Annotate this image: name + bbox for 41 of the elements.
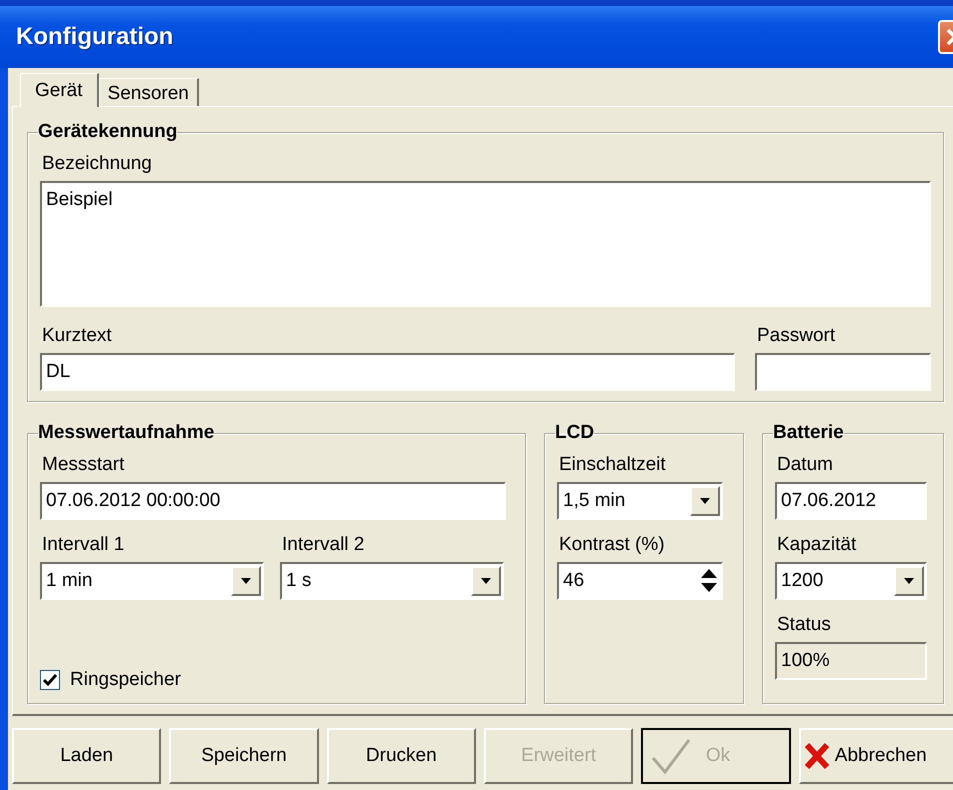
checkbox[interactable] bbox=[40, 670, 60, 690]
dropdown-button[interactable] bbox=[690, 486, 720, 516]
tab[interactable]: Sensoren bbox=[98, 78, 199, 106]
password-field[interactable] bbox=[755, 353, 931, 391]
field-label: Kapazität bbox=[777, 534, 858, 556]
field-label: Status bbox=[777, 614, 832, 636]
input-field[interactable]: 07.06.2012 00:00:00 bbox=[40, 482, 506, 520]
dropdown-button[interactable] bbox=[471, 566, 501, 596]
input-field[interactable]: DL bbox=[40, 353, 735, 391]
group-title: Batterie bbox=[773, 422, 844, 444]
dropdown-button[interactable] bbox=[231, 566, 261, 596]
tab[interactable]: Gerät bbox=[20, 73, 99, 107]
field-label: Bezeichnung bbox=[42, 153, 153, 175]
cross-icon bbox=[802, 741, 831, 771]
field-label: Passwort bbox=[757, 325, 836, 347]
field-label: Einschaltzeit bbox=[559, 454, 667, 476]
dialog-button[interactable]: Speichern bbox=[169, 728, 319, 784]
spin-box[interactable]: 46 bbox=[557, 562, 723, 600]
text-area[interactable]: Beispiel bbox=[40, 181, 931, 307]
field-label: Intervall 1 bbox=[42, 534, 126, 556]
input-field[interactable]: 07.06.2012 bbox=[775, 482, 927, 520]
field-label: Kontrast (%) bbox=[559, 534, 666, 556]
group-title: Messwertaufnahme bbox=[38, 422, 214, 444]
dropdown-button[interactable] bbox=[894, 566, 924, 596]
field-label: Intervall 2 bbox=[282, 534, 366, 556]
dialog-button[interactable]: Abbrechen bbox=[798, 728, 953, 784]
dropdown[interactable]: 1 min bbox=[40, 562, 264, 600]
check-icon bbox=[43, 673, 57, 687]
group-title: Gerätekennung bbox=[38, 121, 178, 143]
status-field: 100% bbox=[775, 642, 927, 680]
group-title: LCD bbox=[555, 422, 594, 444]
dialog-button[interactable]: Drucken bbox=[326, 728, 476, 784]
checkbox-label: Ringspeicher bbox=[70, 669, 181, 691]
dropdown[interactable]: 1,5 min bbox=[557, 482, 723, 520]
dialog-button[interactable]: Laden bbox=[12, 728, 162, 784]
field-label: Messstart bbox=[42, 454, 126, 476]
dropdown[interactable]: 1 s bbox=[280, 562, 504, 600]
field-label: Kurztext bbox=[42, 325, 113, 347]
field-label: Datum bbox=[777, 454, 834, 476]
window-title: Konfiguration bbox=[16, 23, 174, 51]
dropdown[interactable]: 1200 bbox=[775, 562, 927, 600]
